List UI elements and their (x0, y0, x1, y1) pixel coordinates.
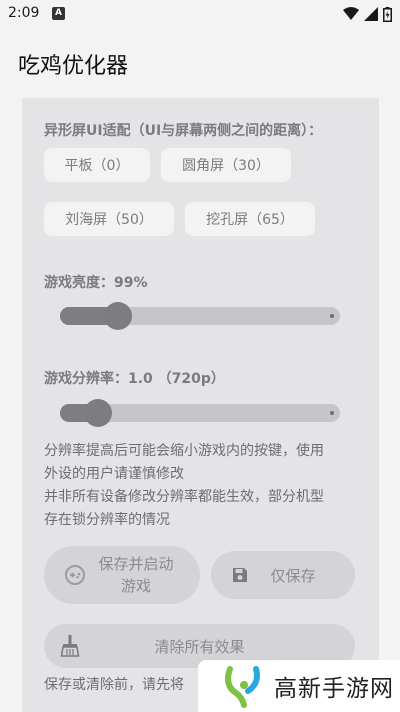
resolution-warning-line-2: 外设的用户请谨慎修改 (44, 466, 184, 482)
notification-a-icon: A (52, 7, 65, 20)
site-watermark: 高新手游网 (198, 660, 400, 712)
notch-option-tablet[interactable]: 平板（0） (44, 148, 150, 182)
gamepad-icon (65, 565, 85, 585)
app-bar: 吃鸡优化器 (0, 28, 400, 98)
brightness-slider[interactable] (60, 302, 340, 330)
status-time: 2:09 (8, 5, 40, 21)
save-only-button[interactable]: 仅保存 (211, 551, 355, 599)
save-and-start-label-line-2: 游戏 (120, 577, 151, 595)
app-title: 吃鸡优化器 (18, 54, 129, 79)
resolution-warning-line-4: 存在锁分辨率的情况 (44, 512, 170, 528)
signal-icon (364, 7, 378, 21)
resolution-slider-thumb[interactable] (84, 399, 112, 427)
watermark-logo-icon (225, 666, 260, 708)
resolution-warning-line-1: 分辨率提高后可能会缩小游戏内的按键，使用 (44, 443, 324, 459)
notch-adapt-title: 异形屏UI适配（UI与屏幕两侧之间的距离）： (44, 123, 323, 139)
wifi-icon (343, 7, 359, 20)
save-only-label: 仅保存 (270, 566, 316, 585)
resolution-label: 游戏分辨率：1.0 （720p） (44, 371, 225, 387)
status-bar: 2:09 A (0, 0, 400, 28)
battery-icon (383, 6, 392, 22)
brightness-label: 游戏亮度：99% (44, 275, 148, 291)
clear-all-effects-label: 清除所有效果 (154, 637, 245, 656)
footer-note: 保存或清除前，请先将 (44, 677, 184, 693)
brightness-slider-thumb[interactable] (104, 302, 132, 330)
notch-option-rounded[interactable]: 圆角屏（30） (161, 148, 291, 182)
resolution-slider[interactable] (60, 399, 340, 427)
notch-option-punch-hole[interactable]: 挖孔屏（65） (185, 202, 315, 236)
save-icon (233, 568, 247, 582)
brightness-slider-end-dot (330, 314, 334, 318)
resolution-warning-line-3: 并非所有设备修改分辨率都能生效，部分机型 (44, 489, 324, 505)
settings-panel: 异形屏UI适配（UI与屏幕两侧之间的距离）： 平板（0） 圆角屏（30） 刘海屏… (22, 98, 379, 712)
save-and-start-button[interactable]: 保存并启动 游戏 (44, 546, 200, 604)
resolution-slider-end-dot (330, 411, 334, 415)
notch-option-notch[interactable]: 刘海屏（50） (44, 202, 174, 236)
watermark-text: 高新手游网 (274, 676, 394, 702)
broom-icon (60, 635, 80, 657)
save-and-start-label-line-1: 保存并启动 (98, 555, 174, 573)
